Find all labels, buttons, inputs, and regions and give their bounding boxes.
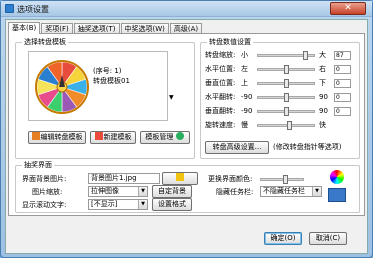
slider-label: 垂直翻转: [205,107,236,115]
new-icon [94,132,103,140]
app-icon [5,4,14,13]
slider-value-field[interactable]: 0 [334,65,351,74]
dialog-client: 基本(B) 奖项(F) 抽奖选项(T) 中奖选项(W) 高级(A) 选择转盘模板 [5,19,368,254]
download-icon [175,132,184,140]
slider-min-label: 小 [241,51,248,59]
chevron-down-icon: ▼ [312,187,321,196]
slider-max-label: 90 [319,93,328,101]
slider-max-label: 右 [319,65,326,73]
slider-min-label: 上 [241,79,248,87]
slider-value-field[interactable]: 87 [334,51,351,60]
monitor-icon [328,188,346,202]
tab-panel-basic: 选择转盘模板 (序号: 1) 转盘模板01 ▼ 编辑转盘模板 新建模板 模板管理… [8,33,365,216]
slider-value-field[interactable]: 0 [334,107,351,116]
slider-max-label: 下 [319,79,326,87]
options-window: 选项设置 ✕ 基本(B) 奖项(F) 抽奖选项(T) 中奖选项(W) 高级(A)… [0,0,373,258]
wheel-settings-title: 转盘数值设置 [207,38,253,47]
image-scale-value: 拉伸图像 [91,187,119,195]
slider-value-field[interactable]: 0 [334,93,351,102]
slider-thumb[interactable] [284,79,289,88]
template-info: (序号: 1) 转盘模板01 [93,66,130,86]
wheel-image [35,60,89,114]
scroll-text-label: 显示滚动文字: [22,201,67,209]
slider-thumb[interactable] [284,93,289,102]
color-wheel-icon[interactable] [330,170,344,184]
hide-taskbar-select[interactable]: 不隐藏任务栏 ▼ [260,186,322,197]
slider-track[interactable] [257,51,315,60]
bg-image-field[interactable]: 背景图片1.jpg [88,173,160,184]
window-title: 选项设置 [17,5,49,14]
hide-taskbar-value: 不隐藏任务栏 [263,187,305,195]
scroll-text-value: [不显示] [91,200,118,208]
chevron-down-icon: ▼ [138,187,147,196]
close-button[interactable]: ✕ [330,2,366,15]
custom-bg-button[interactable]: 自定背景 [152,185,192,198]
slider-label: 转盘缩放: [205,51,236,59]
slider-value-field[interactable]: 0 [334,79,351,88]
lottery-ui-group: 抽奖界面 界面背景图片: 背景图片1.jpg 图片缩放: 拉伸图像 ▼ 自定背景… [15,161,360,213]
scroll-text-select[interactable]: [不显示] ▼ [88,199,148,210]
template-seq: (序号: 1) [93,67,122,75]
slider-thumb[interactable] [287,121,292,130]
slider-track[interactable] [257,65,315,74]
title-bar[interactable]: 选项设置 ✕ [1,1,372,17]
slider-track[interactable] [257,93,315,102]
tab-basic[interactable]: 基本(B) [8,22,41,34]
slider-max-label: 快 [319,121,326,129]
edit-icon [31,132,40,140]
bg-browse-button[interactable] [162,172,198,185]
manage-template-label: 模板管理 [145,133,174,141]
template-name: 转盘模板01 [93,77,130,85]
manage-template-button[interactable]: 模板管理 [140,131,190,144]
slider-label: 垂直位置: [205,79,236,87]
lottery-ui-title: 抽奖界面 [22,161,54,170]
wheel-advanced-note: (修改转盘指针等选项) [273,143,342,151]
slider-min-label: 左 [241,65,248,73]
slider-min-label: -90 [241,93,253,101]
wheel-preview[interactable]: (序号: 1) 转盘模板01 ▼ [28,51,174,121]
slider-thumb[interactable] [303,51,308,60]
folder-icon [175,173,184,181]
ui-color-slider-thumb[interactable] [283,175,288,184]
template-dropdown-arrow[interactable]: ▼ [169,94,174,101]
slider-label: 旋转速度: [205,121,236,129]
slider-min-label: 慢 [241,121,248,129]
slider-max-label: 大 [319,51,326,59]
slider-track[interactable] [257,79,315,88]
new-template-label: 新建模板 [103,133,132,141]
wheel-settings-group: 转盘数值设置 转盘缩放: 小大 87 水平位置: 左右 0 垂直位置: 上下 0 水平翻转: -90… [200,38,360,159]
image-scale-select[interactable]: 拉伸图像 ▼ [88,186,148,197]
bg-image-label: 界面背景图片: [22,175,67,183]
edit-template-label: 编辑转盘模板 [40,133,83,141]
new-template-button[interactable]: 新建模板 [90,131,136,144]
template-group: 选择转盘模板 (序号: 1) 转盘模板01 ▼ 编辑转盘模板 新建模板 模板管理 [15,38,195,159]
hide-taskbar-label: 隐藏任务栏: [216,188,254,196]
ui-color-slider[interactable] [260,175,304,184]
slider-min-label: -90 [241,107,253,115]
chevron-down-icon: ▼ [138,200,147,209]
slider-label: 水平翻转: [205,93,236,101]
edit-template-button[interactable]: 编辑转盘模板 [28,131,86,144]
image-scale-label: 图片缩放: [32,188,63,196]
slider-track[interactable] [257,107,315,116]
slider-thumb[interactable] [284,65,289,74]
slider-thumb[interactable] [284,107,289,116]
ok-button[interactable]: 确定(O) [264,232,302,245]
template-group-title: 选择转盘模板 [22,38,68,47]
ui-color-label: 更换界面颜色: [208,175,253,183]
slider-label: 水平位置: [205,65,236,73]
slider-track[interactable] [257,121,315,130]
cancel-button[interactable]: 取消(C) [309,232,347,245]
wheel-advanced-button[interactable]: 转盘高级设置... [205,141,269,154]
slider-max-label: 90 [319,107,328,115]
set-format-button[interactable]: 设置格式 [152,198,192,211]
